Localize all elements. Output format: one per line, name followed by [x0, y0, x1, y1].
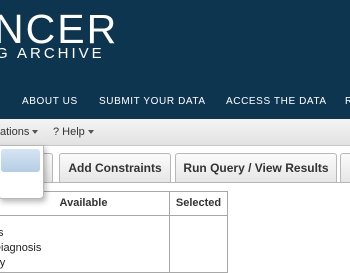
- attribute-selector-panel: Available Selected ics /Diagnosis ory: [0, 191, 228, 273]
- site-logo-subtitle: G ARCHIVE: [0, 45, 105, 63]
- available-list-item[interactable]: ory: [0, 257, 5, 270]
- dropdown-item-highlighted[interactable]: [1, 149, 40, 172]
- tab-divider: [0, 182, 350, 183]
- nav-item-cut-off[interactable]: R: [345, 95, 350, 109]
- nav-about-us[interactable]: ABOUT US: [22, 95, 78, 109]
- query-tabs: Add Constraints Run Query / View Results: [0, 153, 350, 183]
- available-list-item[interactable]: /Diagnosis: [0, 242, 41, 255]
- chevron-down-icon: [88, 130, 94, 134]
- available-list-item[interactable]: ics: [0, 227, 3, 240]
- nav-access-the-data[interactable]: ACCESS THE DATA: [226, 95, 327, 109]
- chevron-down-icon: [32, 130, 38, 134]
- tab-run-query-view-results[interactable]: Run Query / View Results: [175, 153, 337, 183]
- menu-operations[interactable]: ations: [0, 119, 38, 145]
- tab-next-cut-off[interactable]: [340, 153, 350, 183]
- site-header: NCER G ARCHIVE ABOUT US SUBMIT YOUR DATA…: [0, 0, 350, 119]
- nav-submit-your-data[interactable]: SUBMIT YOUR DATA: [99, 95, 206, 109]
- header-divider: [0, 215, 227, 216]
- menu-help-label: ? Help: [53, 126, 85, 138]
- column-divider: [169, 192, 170, 272]
- tab-add-constraints[interactable]: Add Constraints: [59, 153, 171, 183]
- menu-help[interactable]: ? Help: [53, 119, 94, 145]
- menu-bar: ations ? Help: [0, 119, 350, 146]
- main-nav: ABOUT US SUBMIT YOUR DATA ACCESS THE DAT…: [0, 95, 350, 109]
- menu-operations-label: ations: [0, 126, 29, 138]
- selected-column-header: Selected: [170, 192, 227, 215]
- operations-dropdown-menu: t: [0, 145, 44, 199]
